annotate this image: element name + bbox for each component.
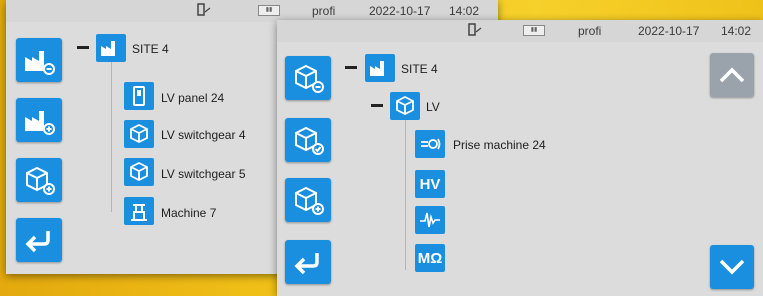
tree-node-label[interactable]: Machine 7 (161, 206, 216, 220)
cube-check-icon (295, 126, 324, 155)
date-label: 2022-10-17 (638, 24, 700, 38)
tree-item-label[interactable]: Prise machine 24 (453, 138, 546, 152)
site-node-icon[interactable] (96, 34, 126, 62)
machine-icon (131, 204, 147, 221)
tree-node-label[interactable]: LV switchgear 4 (161, 128, 246, 142)
site-node-label[interactable]: SITE 4 (401, 62, 438, 76)
tree-node-icon[interactable] (124, 120, 154, 148)
tree-connector (111, 62, 112, 212)
cube-icon (396, 95, 414, 116)
user-label: profi (578, 24, 602, 38)
site-node-icon[interactable] (365, 54, 395, 82)
cube-check-icon (130, 161, 148, 182)
factory-icon (101, 41, 115, 56)
factory-icon (370, 61, 384, 76)
cube-plus-icon (26, 166, 55, 195)
tree-node-icon[interactable] (124, 197, 154, 225)
site-add-button[interactable] (16, 98, 62, 142)
battery-icon: ▮▮ (258, 5, 280, 16)
insulation-test-icon[interactable]: MΩ (415, 244, 445, 272)
cube-plus-icon (295, 186, 324, 215)
outlet-icon (421, 138, 441, 150)
site-collapse-button[interactable] (16, 38, 62, 82)
front-screen: ▮▮ profi 2022-10-17 14:02 SITE 4 LV Pris… (277, 20, 763, 296)
plug-icon (467, 23, 483, 40)
waveform-icon (420, 212, 440, 228)
object-add-button[interactable] (285, 178, 331, 222)
scroll-down-button[interactable] (710, 245, 754, 289)
lv-node-icon[interactable] (390, 92, 420, 120)
scroll-up-button[interactable] (710, 53, 754, 97)
object-confirm-button[interactable] (285, 118, 331, 162)
back-button[interactable] (285, 240, 331, 284)
plug-icon (196, 3, 212, 20)
lv-node-label[interactable]: LV (426, 100, 440, 114)
collapse-toggle[interactable] (77, 46, 89, 49)
date-label: 2022-10-17 (369, 4, 431, 18)
back-arrow-icon (294, 253, 319, 275)
chevron-down-icon (719, 259, 745, 275)
status-bar: ▮▮ profi 2022-10-17 14:02 (277, 20, 763, 42)
tree-node-label[interactable]: LV switchgear 5 (161, 167, 246, 181)
chevron-up-icon (719, 67, 745, 83)
collapse-toggle[interactable] (345, 66, 357, 69)
status-bar: ▮▮ profi 2022-10-17 14:02 (6, 0, 498, 22)
time-label: 14:02 (721, 24, 752, 38)
tree-connector (405, 120, 406, 270)
tree-node-label[interactable]: LV panel 24 (161, 91, 224, 105)
object-add-button[interactable] (16, 158, 62, 202)
factory-plus-icon (25, 111, 55, 135)
back-arrow-icon (25, 231, 50, 253)
cube-check-icon (130, 123, 148, 144)
user-label: profi (312, 4, 336, 18)
cube-minus-icon (295, 64, 324, 93)
back-button[interactable] (16, 218, 62, 262)
site-node-label[interactable]: SITE 4 (132, 42, 169, 56)
object-remove-button[interactable] (285, 56, 331, 100)
tree-item-icon[interactable] (415, 206, 445, 234)
tree-node-icon[interactable] (124, 158, 154, 186)
time-label: 14:02 (449, 4, 480, 18)
hv-test-icon[interactable]: HV (415, 170, 445, 198)
battery-icon: ▮▮ (523, 25, 545, 36)
factory-minus-icon (25, 51, 55, 75)
collapse-toggle[interactable] (371, 104, 383, 107)
panel-icon (133, 86, 145, 106)
tree-node-icon[interactable] (124, 82, 154, 110)
tree-item-icon[interactable] (415, 130, 445, 158)
